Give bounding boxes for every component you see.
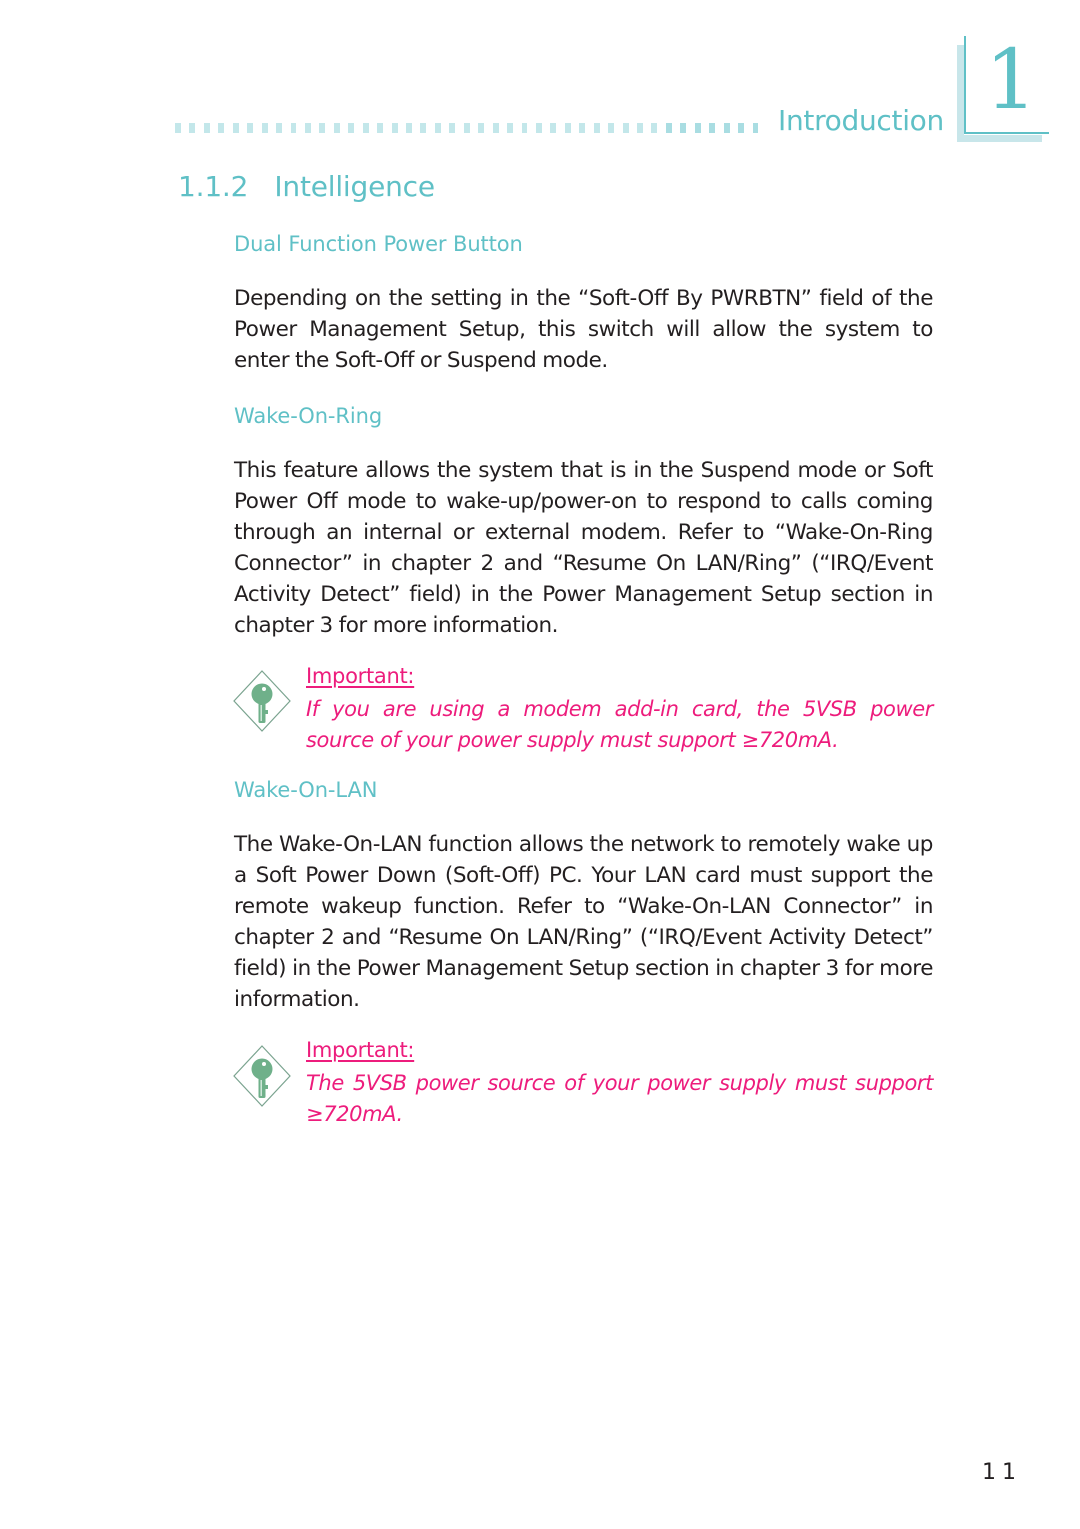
header-bar-square xyxy=(723,123,730,133)
header-bar-square xyxy=(203,123,210,133)
header-bar-square xyxy=(579,123,586,133)
header-bar-square xyxy=(680,123,687,133)
header-bar-square xyxy=(608,123,615,133)
header-bar-square xyxy=(622,123,629,133)
header-bar-square xyxy=(218,123,225,133)
header-bar-square xyxy=(290,123,297,133)
header-bar-square xyxy=(333,123,340,133)
important-note-title: Important: xyxy=(306,1038,415,1062)
chapter-box-line-vertical xyxy=(964,36,966,134)
header-bar-square xyxy=(276,123,282,133)
header-bar-square xyxy=(637,123,643,133)
header-bar-square xyxy=(709,123,716,133)
header-bar-square xyxy=(463,123,470,133)
header-bar-square xyxy=(304,123,311,133)
header-dotted-bar xyxy=(175,123,767,133)
header-bar-square xyxy=(752,123,759,133)
header-bar-square xyxy=(651,123,658,133)
header-bar-square xyxy=(593,123,600,133)
header-bar-square xyxy=(391,123,398,133)
section-heading: 1.1.2 Intelligence xyxy=(178,170,435,203)
paragraph-wake-on-ring: This feature allows the system that is i… xyxy=(234,458,933,638)
header-bar-square xyxy=(406,123,412,133)
header-bar-square xyxy=(232,123,239,133)
header-bar-square xyxy=(492,123,499,133)
header-bar-square xyxy=(348,123,355,133)
chapter-section-label: Introduction xyxy=(778,104,944,137)
important-note-text: The 5VSB power source of your power supp… xyxy=(306,1071,933,1126)
header-bar-square xyxy=(694,123,701,133)
subsection-heading-wake-on-lan: Wake-On-LAN xyxy=(234,778,378,802)
important-note-text: If you are using a modem add-in card, th… xyxy=(306,697,933,752)
chapter-box-line-horizontal xyxy=(964,132,1049,134)
header-bar-square xyxy=(362,123,369,133)
page-number: 11 xyxy=(982,1460,1022,1485)
header-bar-square xyxy=(377,123,384,133)
header-bar-square xyxy=(261,123,268,133)
subsection-heading-wake-on-ring: Wake-On-Ring xyxy=(234,404,383,428)
header-bar-square xyxy=(449,123,456,133)
header-bar-square xyxy=(521,123,528,133)
header-bar-square xyxy=(319,123,326,133)
header-bar-square xyxy=(507,123,513,133)
header-bar-square xyxy=(550,123,557,133)
header-bar-square xyxy=(175,123,181,133)
header-bar-square xyxy=(738,123,744,133)
chapter-number: 1 xyxy=(985,33,1038,128)
header-bar-square xyxy=(420,123,427,133)
chapter-number-box: 1 xyxy=(957,36,1049,142)
header-bar-square xyxy=(564,123,571,133)
chapter-box-shadow-vertical xyxy=(957,45,964,142)
header-bar-square xyxy=(535,123,542,133)
key-icon xyxy=(232,670,292,732)
header-bar-square xyxy=(247,123,254,133)
header-bar-square xyxy=(665,123,672,133)
key-icon xyxy=(232,1045,292,1107)
header-bar-square xyxy=(478,123,485,133)
subsection-heading-dual-function-power-button: Dual Function Power Button xyxy=(234,232,523,256)
header-bar-square xyxy=(189,123,196,133)
header-bar-square xyxy=(434,123,441,133)
important-note-title: Important: xyxy=(306,664,415,688)
paragraph-dual-function-power-button: Depending on the setting in the “Soft-Of… xyxy=(234,286,933,373)
chapter-box-shadow-horizontal xyxy=(957,135,1042,142)
paragraph-wake-on-lan: The Wake-On-LAN function allows the netw… xyxy=(234,832,933,1012)
